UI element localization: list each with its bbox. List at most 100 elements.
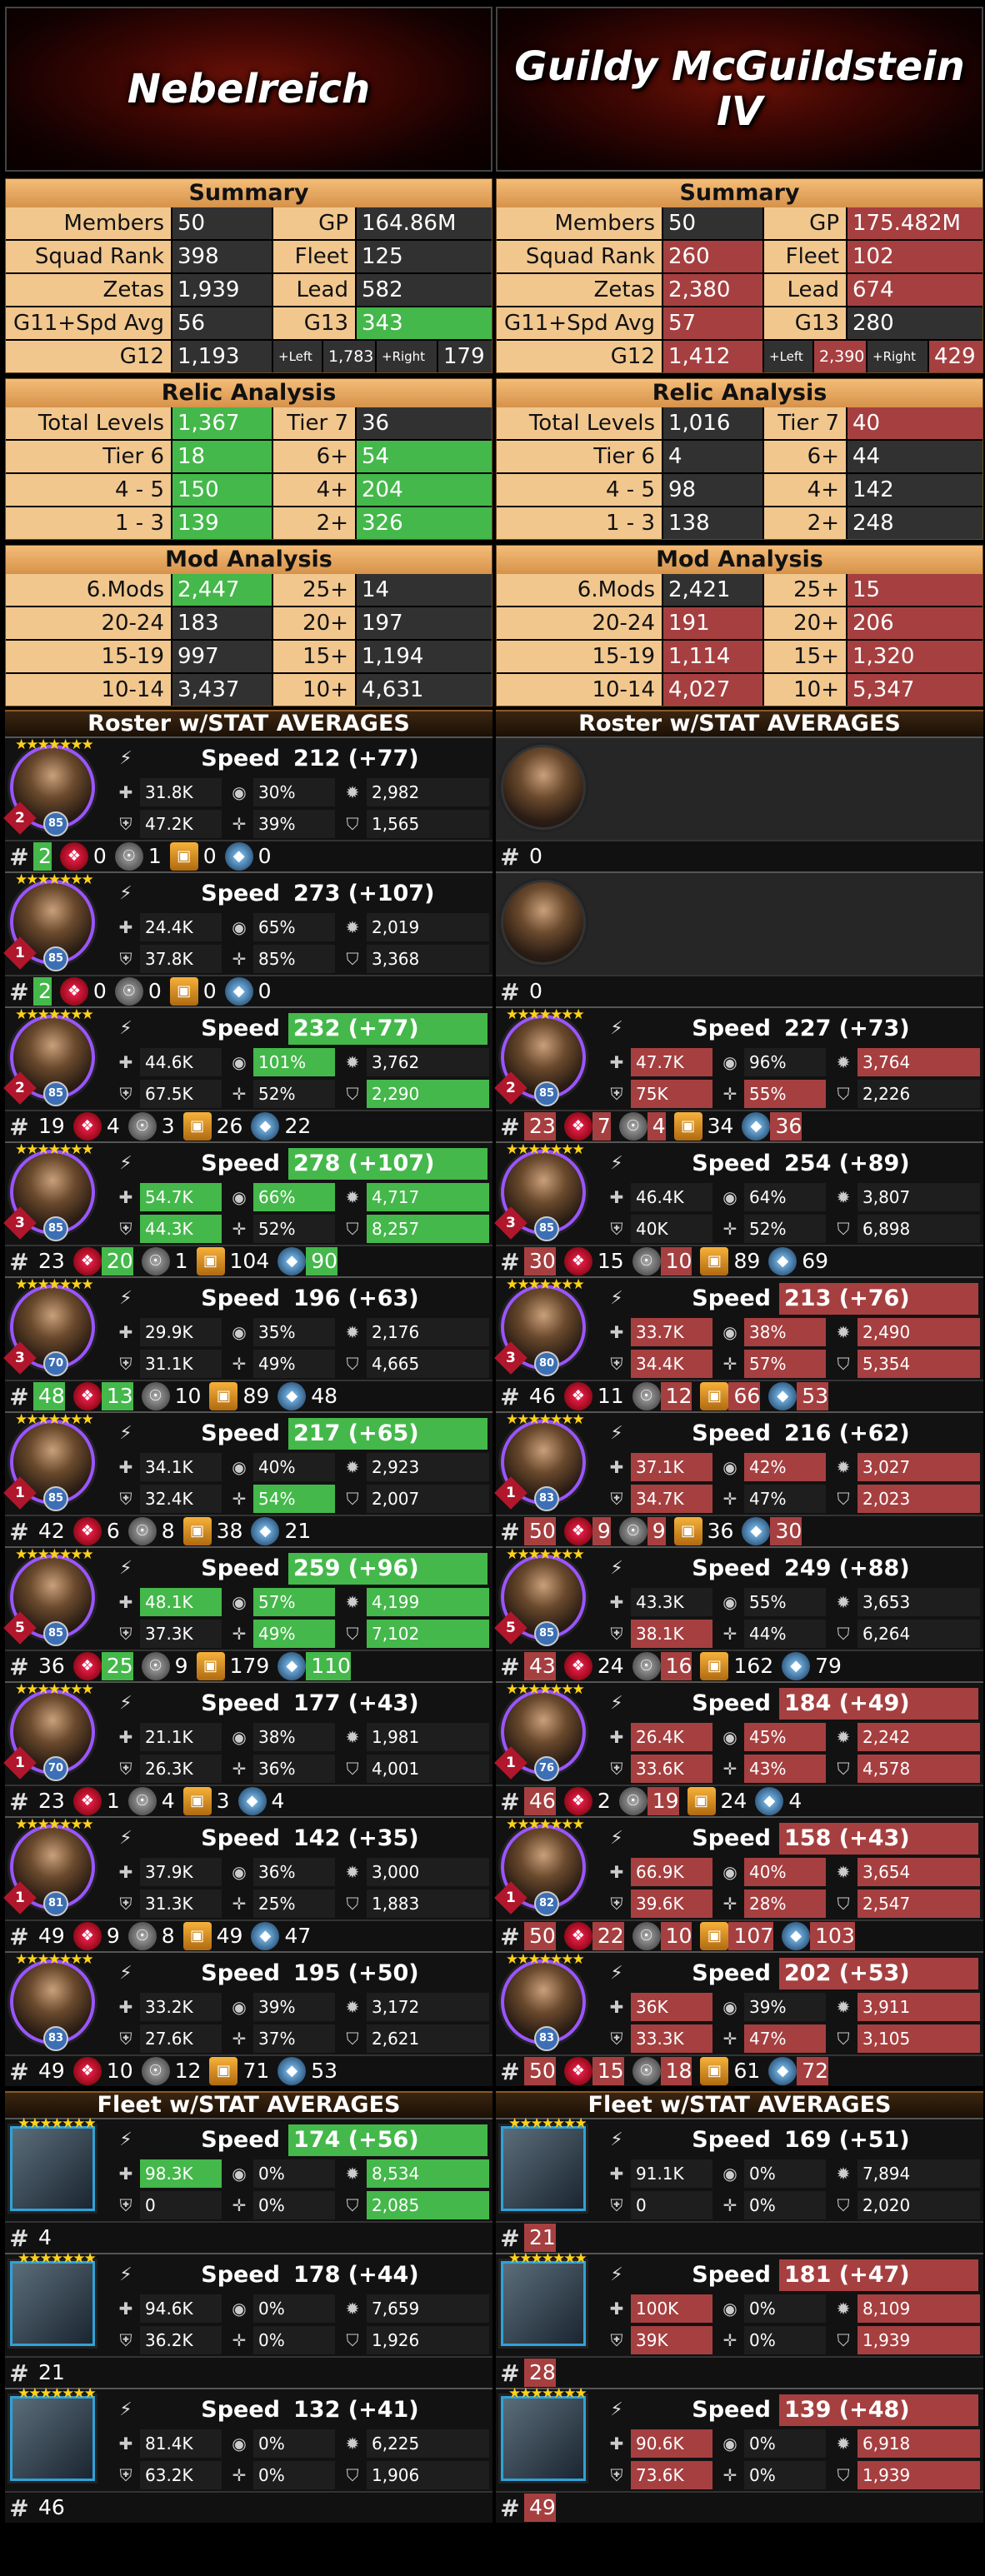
stat-cell: ✹ 3,764 [829, 1048, 980, 1076]
roster-card[interactable]: ★★★★★★★ 5 85 ⚡ Speed 249 (+88) ✚ 43.3K ◉ 55% ✹ 3,65… [494, 1546, 983, 1681]
relic-badge: 1 [3, 1476, 37, 1510]
defense-icon: ⛉ [346, 2029, 359, 2049]
character-portrait[interactable]: ★★★★★★★ 2 85 [3, 736, 95, 836]
roster-card[interactable]: #0 [496, 871, 983, 1006]
zeta-icon: ❖ [563, 1652, 592, 1680]
character-portrait[interactable]: ★★★★★★★ 1 83 [494, 1411, 586, 1511]
potency-icon: ◉ [232, 1727, 247, 1747]
ship-icon: ▣ [182, 1517, 212, 1545]
gear-level-badge: 70 [43, 1756, 68, 1781]
roster-card[interactable]: #0 [496, 736, 983, 871]
stat-value: 21.1K [140, 1723, 222, 1751]
ship-portrait[interactable]: ★★★★★★★ [501, 2385, 588, 2481]
character-portrait[interactable]: ★★★★★★★ 3 85 [3, 1141, 95, 1241]
speed-value: 158 (+43) [779, 1823, 978, 1855]
protection-icon: ⛨ [119, 1489, 132, 1509]
speed-icon: ⚡ [119, 1693, 132, 1714]
character-portrait[interactable]: ★★★★★★★ 5 85 [494, 1546, 586, 1646]
ship-portrait[interactable]: ★★★★★★★ [501, 2250, 588, 2346]
stat-value: 85% [253, 945, 335, 973]
roster-card[interactable]: ★★★★★★★ 2 85 ⚡ Speed 212 (+77) ✚ 31.8K ◉ 30% ✹ 2,98… [3, 736, 492, 871]
roster-card[interactable]: ★★★★★★★ 3 85 ⚡ Speed 278 (+107) ✚ 54.7K ◉ 66% ✹ 4,7… [3, 1141, 492, 1276]
character-portrait[interactable]: ★★★★★★★ 1 70 [3, 1681, 95, 1781]
roster-card[interactable]: ★★★★★★★ 3 85 ⚡ Speed 254 (+89) ✚ 46.4K ◉ 64% ✹ 3,80… [494, 1141, 983, 1276]
roster-card[interactable]: ★★★★★★★ 1 76 ⚡ Speed 184 (+49) ✚ 26.4K ◉ 45% ✹ 2,24… [494, 1681, 983, 1816]
stat-value: 0 [631, 2191, 712, 2219]
character-portrait[interactable]: ★★★★★★★ 2 85 [3, 1006, 95, 1106]
ship-portrait[interactable]: ★★★★★★★ [10, 2385, 97, 2481]
roster-card[interactable]: ★★★★★★★ 1 85 ⚡ Speed 217 (+65) ✚ 34.1K ◉ 40% ✹ 2,92… [3, 1411, 492, 1546]
character-portrait[interactable]: ★★★★★★★ 1 81 [3, 1816, 95, 1916]
fleet-card[interactable]: ★★★★★★★ ⚡ Speed 169 (+51) ✚ 91.1K ◉ 0% ✹ 7,894 ⛨ 0 ✛… [496, 2115, 983, 2253]
protection-icon: ⛨ [610, 1219, 623, 1239]
fleet-card[interactable]: ★★★★★★★ ⚡ Speed 174 (+56) ✚ 98.3K ◉ 0% ✹ 8,534 ⛨ 0 ✛… [5, 2115, 492, 2253]
count-bar: #49 ❖ 9 ☉ 8 ▣ 49 ◆ 47 [5, 1920, 492, 1951]
roster-card[interactable]: ★★★★★★★ 1 81 ⚡ Speed 142 (+35) ✚ 37.9K ◉ 36% ✹ 3,00… [3, 1816, 492, 1951]
roster-card[interactable]: ★★★★★★★ 5 85 ⚡ Speed 259 (+96) ✚ 48.1K ◉ 57% ✹ 4,19… [3, 1546, 492, 1681]
character-portrait[interactable]: ★★★★★★★ 3 80 [494, 1276, 586, 1376]
character-portrait[interactable]: ★★★★★★★ 3 85 [494, 1141, 586, 1241]
crystal-icon: ◆ [224, 977, 253, 1006]
hash-label: # [9, 1112, 29, 1141]
gear-level-badge: 76 [534, 1756, 559, 1781]
gear-level-badge: 85 [43, 1486, 68, 1511]
summary-label: Lead [764, 274, 846, 306]
hash-label: # [9, 842, 29, 871]
speed-icon: ⚡ [119, 1018, 132, 1039]
stat-value: 7,102 [367, 1620, 489, 1648]
stat-cell: ⛉ 6,264 [829, 1620, 980, 1648]
ship-portrait[interactable]: ★★★★★★★ [10, 2250, 97, 2346]
ship-portrait[interactable]: ★★★★★★★ [10, 2115, 97, 2211]
roster-card[interactable]: ★★★★★★★ 83 ⚡ Speed 202 (+53) ✚ 36K ◉ 39% ✹ 3,911 ⛨ 3… [496, 1951, 983, 2086]
stat-value: 65% [253, 913, 335, 941]
ability-count: 3 [216, 1789, 230, 1813]
protection-icon: ⛨ [119, 1759, 132, 1779]
fleet-card[interactable]: ★★★★★★★ ⚡ Speed 139 (+48) ✚ 90.6K ◉ 0% ✹ 6,918 ⛨ 73… [496, 2385, 983, 2523]
stat-value: 35% [253, 1318, 335, 1346]
relic-level: 3 [506, 1350, 516, 1366]
roster-card[interactable]: ★★★★★★★ 1 85 ⚡ Speed 273 (+107) ✚ 24.4K ◉ 65% ✹ 2,0… [3, 871, 492, 1006]
character-portrait[interactable] [501, 880, 586, 965]
hash-label: # [500, 1517, 520, 1545]
potency-icon: ◉ [232, 1997, 247, 2017]
crystal-icon: ◆ [251, 1922, 280, 1950]
character-portrait[interactable]: ★★★★★★★ 5 85 [3, 1546, 95, 1646]
count-bar: #49 [496, 2491, 983, 2523]
fleet-card[interactable]: ★★★★★★★ ⚡ Speed 178 (+44) ✚ 94.6K ◉ 0% ✹ 7,659 ⛨ 36… [5, 2250, 492, 2388]
tenacity-icon: ✛ [232, 1219, 247, 1239]
roster-card[interactable]: ★★★★★★★ 2 85 ⚡ Speed 227 (+73) ✚ 47.7K ◉ 96% ✹ 3,76… [494, 1006, 983, 1141]
roster-card[interactable]: ★★★★★★★ 1 83 ⚡ Speed 216 (+62) ✚ 37.1K ◉ 42% ✹ 3,02… [494, 1411, 983, 1546]
relic-badge: 1 [3, 1746, 37, 1780]
ship-icon: ▣ [673, 1112, 702, 1141]
roster-card[interactable]: ★★★★★★★ 3 80 ⚡ Speed 213 (+76) ✚ 33.7K ◉ 38% ✹ 2,49… [494, 1276, 983, 1411]
roster-card[interactable]: ★★★★★★★ 1 82 ⚡ Speed 158 (+43) ✚ 66.9K ◉ 40% ✹ 3,65… [494, 1816, 983, 1951]
character-portrait[interactable]: ★★★★★★★ 1 82 [494, 1816, 586, 1916]
fleet-card[interactable]: ★★★★★★★ ⚡ Speed 181 (+47) ✚ 100K ◉ 0% ✹ 8,109 ⛨ 39K… [496, 2250, 983, 2388]
relic-badge: 1 [494, 1881, 528, 1915]
roster-card[interactable]: ★★★★★★★ 83 ⚡ Speed 195 (+50) ✚ 33.2K ◉ 39% ✹ 3,172… [5, 1951, 492, 2086]
tenacity-icon: ✛ [722, 1354, 738, 1374]
character-portrait[interactable]: ★★★★★★★ 83 [501, 1951, 586, 2051]
count-bar: #50 ❖ 15 ☉ 18 ▣ 61 ◆ 72 [496, 2054, 983, 2086]
crystal-icon: ◆ [238, 1787, 267, 1815]
roster-card[interactable]: ★★★★★★★ 3 70 ⚡ Speed 196 (+63) ✚ 29.9K ◉ 35% ✹ 2,17… [3, 1276, 492, 1411]
fleet-card[interactable]: ★★★★★★★ ⚡ Speed 132 (+41) ✚ 81.4K ◉ 0% ✹ 6,225 ⛨ 63… [5, 2385, 492, 2523]
relic-label: Tier 6 [6, 441, 171, 472]
omega-icon: ☉ [114, 977, 143, 1006]
stat-cell: ✹ 4,199 [338, 1588, 489, 1616]
character-portrait[interactable]: ★★★★★★★ 1 85 [3, 871, 95, 971]
roster-card[interactable]: ★★★★★★★ 1 70 ⚡ Speed 177 (+43) ✚ 21.1K ◉ 38% ✹ 1,98… [3, 1681, 492, 1816]
character-portrait[interactable]: ★★★★★★★ 2 85 [494, 1006, 586, 1106]
mod-value: 2,421 [663, 574, 762, 606]
character-portrait[interactable]: ★★★★★★★ 3 70 [3, 1276, 95, 1376]
ship-portrait[interactable]: ★★★★★★★ [501, 2115, 588, 2211]
stat-cell: ✛ 0% [716, 2191, 826, 2219]
stat-cell: ⛨ 44.3K [112, 1215, 222, 1243]
stat-value: 0% [744, 2429, 826, 2458]
character-portrait[interactable]: ★★★★★★★ 1 76 [494, 1681, 586, 1781]
character-portrait[interactable]: ★★★★★★★ 83 [10, 1951, 95, 2051]
roster-card[interactable]: ★★★★★★★ 2 85 ⚡ Speed 232 (+77) ✚ 44.6K ◉ 101% ✹ 3,7… [3, 1006, 492, 1141]
character-portrait[interactable]: ★★★★★★★ 1 85 [3, 1411, 95, 1511]
character-portrait[interactable] [501, 745, 586, 830]
stat-cell: ⛨ 37.3K [112, 1620, 222, 1648]
